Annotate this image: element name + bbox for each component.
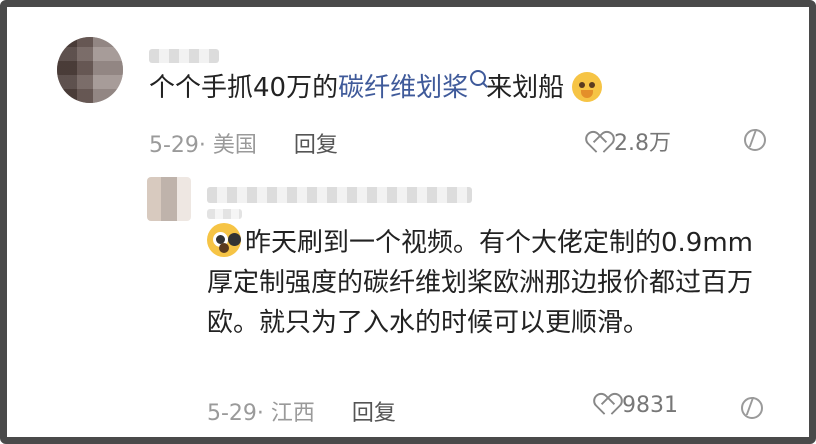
screenshot-frame: 个个手抓40万的碳纤维划桨 来划船 5-29· 美国 回复 2.8万 昨天刷到一个… (0, 0, 816, 444)
reply-comment-item: 昨天刷到一个视频。有个大佬定制的0.9mm厚定制强度的碳纤维划桨欧洲那边报价都过… (147, 177, 797, 427)
reply-text-body: 昨天刷到一个视频。有个大佬定制的0.9mm厚定制强度的碳纤维划桨欧洲那边报价都过… (207, 228, 754, 338)
avatar[interactable] (147, 177, 191, 221)
search-icon (470, 70, 487, 86)
reply-date-location: 5-29· 江西 (207, 401, 315, 426)
comment-item: 个个手抓40万的碳纤维划桨 来划船 5-29· 美国 回复 2.8万 (57, 37, 797, 177)
like-count: 9831 (622, 393, 678, 418)
heart-icon (595, 395, 615, 415)
heart-icon (587, 133, 607, 153)
search-link-text: 碳纤维划桨 (338, 73, 469, 103)
like-button[interactable]: 9831 (595, 393, 678, 418)
avatar[interactable] (57, 37, 123, 103)
dislike-icon[interactable] (742, 127, 766, 151)
search-link[interactable]: 碳纤维划桨 (338, 70, 487, 103)
like-count: 2.8万 (614, 131, 671, 156)
comment-text-prefix: 个个手抓40万的 (149, 73, 339, 103)
pleading-face-icon (572, 72, 603, 102)
dislike-icon[interactable] (739, 395, 763, 419)
shocked-face-icon (207, 223, 241, 257)
reply-meta: 5-29· 江西 回复 (207, 395, 396, 427)
like-button[interactable]: 2.8万 (587, 125, 671, 157)
comment-meta: 5-29· 美国 回复 (149, 127, 338, 159)
comment-text: 个个手抓40万的碳纤维划桨 来划船 (149, 70, 603, 105)
username-blurred[interactable] (149, 49, 219, 63)
reply-button[interactable]: 回复 (294, 133, 338, 158)
username-blurred[interactable] (207, 187, 472, 219)
comment-text-suffix: 来划船 (486, 73, 565, 103)
reply-button[interactable]: 回复 (352, 401, 396, 426)
comment-date-location: 5-29· 美国 (149, 133, 257, 158)
reply-text: 昨天刷到一个视频。有个大佬定制的0.9mm厚定制强度的碳纤维划桨欧洲那边报价都过… (207, 223, 767, 343)
